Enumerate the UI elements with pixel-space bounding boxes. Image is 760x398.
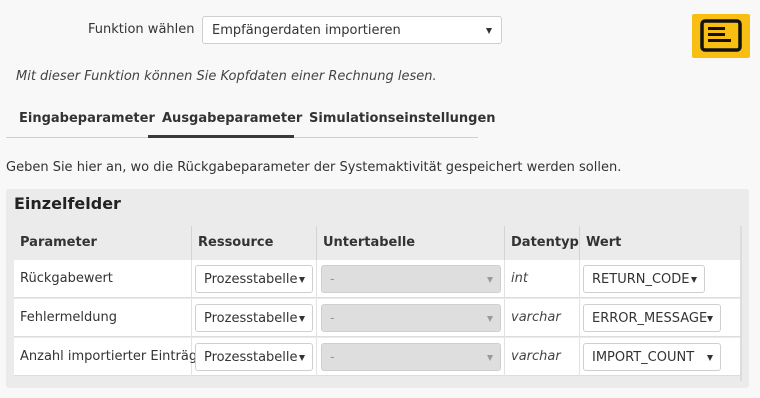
column-header-datentyp: Datentyp <box>505 226 580 260</box>
column-header-untertabelle: Untertabelle <box>317 226 505 260</box>
value-select-value: IMPORT_COUNT <box>592 350 695 365</box>
chevron-down-icon <box>487 316 493 322</box>
subtable-select-value: - <box>330 350 335 365</box>
value-cell: ERROR_MESSAGE <box>580 299 742 337</box>
resource-select-value: Prozesstabelle <box>204 311 298 326</box>
resource-cell: Prozesstabelle <box>192 260 317 298</box>
tab-eingabeparameter[interactable]: Eingabeparameter <box>19 111 155 126</box>
value-cell: IMPORT_COUNT <box>580 338 742 376</box>
chevron-down-icon <box>299 316 305 322</box>
resource-select-value: Prozesstabelle <box>204 272 298 287</box>
function-select-value: Empfängerdaten importieren <box>212 23 401 38</box>
value-select[interactable]: ERROR_MESSAGE <box>583 304 721 332</box>
subtable-cell: - <box>317 260 505 298</box>
info-text: Geben Sie hier an, wo die Rückgabeparame… <box>6 160 622 175</box>
column-header-parameter: Parameter <box>14 226 192 260</box>
resource-select-value: Prozesstabelle <box>204 350 298 365</box>
subtable-select: - <box>321 304 501 332</box>
chevron-down-icon <box>707 355 713 361</box>
type-cell: varchar <box>505 338 580 376</box>
resource-cell: Prozesstabelle <box>192 338 317 376</box>
value-select[interactable]: RETURN_CODE <box>583 265 705 293</box>
data-type: varchar <box>511 349 561 364</box>
document-list-icon <box>692 14 750 58</box>
subtable-select: - <box>321 265 501 293</box>
table-scroll-edge <box>740 226 742 381</box>
tab-simulationseinstellungen[interactable]: Simulationseinstellungen <box>309 111 496 126</box>
resource-select[interactable]: Prozesstabelle <box>195 343 313 371</box>
resource-cell: Prozesstabelle <box>192 299 317 337</box>
einzelfelder-panel: Einzelfelder Parameter Ressource Unterta… <box>6 189 749 388</box>
value-select-value: RETURN_CODE <box>592 272 690 287</box>
chevron-down-icon <box>707 316 713 322</box>
chevron-down-icon <box>691 277 697 283</box>
data-type: int <box>511 271 528 286</box>
function-select[interactable]: Empfängerdaten importieren <box>202 16 502 44</box>
value-cell: RETURN_CODE <box>580 260 742 298</box>
parameter-cell: Fehlermeldung <box>14 299 192 337</box>
value-select-value: ERROR_MESSAGE <box>592 311 708 326</box>
function-label: Funktion wählen <box>88 22 195 37</box>
table-row: Rückgabewert Prozesstabelle - int RETURN… <box>14 260 742 298</box>
type-cell: varchar <box>505 299 580 337</box>
resource-select[interactable]: Prozesstabelle <box>195 265 313 293</box>
chevron-down-icon <box>487 277 493 283</box>
parameter-name: Fehlermeldung <box>20 310 117 325</box>
subtable-cell: - <box>317 299 505 337</box>
subtable-select-value: - <box>330 272 335 287</box>
table-row: Anzahl importierter Einträge Prozesstabe… <box>14 338 742 376</box>
column-header-ressource: Ressource <box>192 226 317 260</box>
column-header-wert: Wert <box>586 235 622 250</box>
resource-select[interactable]: Prozesstabelle <box>195 304 313 332</box>
chevron-down-icon <box>486 28 492 34</box>
table-header: Parameter Ressource Untertabelle Datenty… <box>14 226 742 260</box>
parameter-cell: Rückgabewert <box>14 260 192 298</box>
chevron-down-icon <box>299 355 305 361</box>
active-tab-indicator <box>148 135 294 138</box>
subtable-select: - <box>321 343 501 371</box>
parameter-name: Anzahl importierter Einträge <box>20 349 206 364</box>
chevron-down-icon <box>299 277 305 283</box>
tab-bar: Eingabeparameter Ausgabeparameter Simula… <box>6 100 496 138</box>
subtable-cell: - <box>317 338 505 376</box>
parameter-name: Rückgabewert <box>20 271 113 286</box>
function-description: Mit dieser Funktion können Sie Kopfdaten… <box>16 69 437 84</box>
table-row: Fehlermeldung Prozesstabelle - varchar E… <box>14 299 742 337</box>
value-select[interactable]: IMPORT_COUNT <box>583 343 721 371</box>
panel-title: Einzelfelder <box>14 194 121 213</box>
subtable-select-value: - <box>330 311 335 326</box>
function-row: Funktion wählen Empfängerdaten importier… <box>0 16 760 44</box>
tab-ausgabeparameter[interactable]: Ausgabeparameter <box>162 111 302 126</box>
chevron-down-icon <box>487 355 493 361</box>
data-type: varchar <box>511 310 561 325</box>
type-cell: int <box>505 260 580 298</box>
parameter-cell: Anzahl importierter Einträge <box>14 338 205 376</box>
